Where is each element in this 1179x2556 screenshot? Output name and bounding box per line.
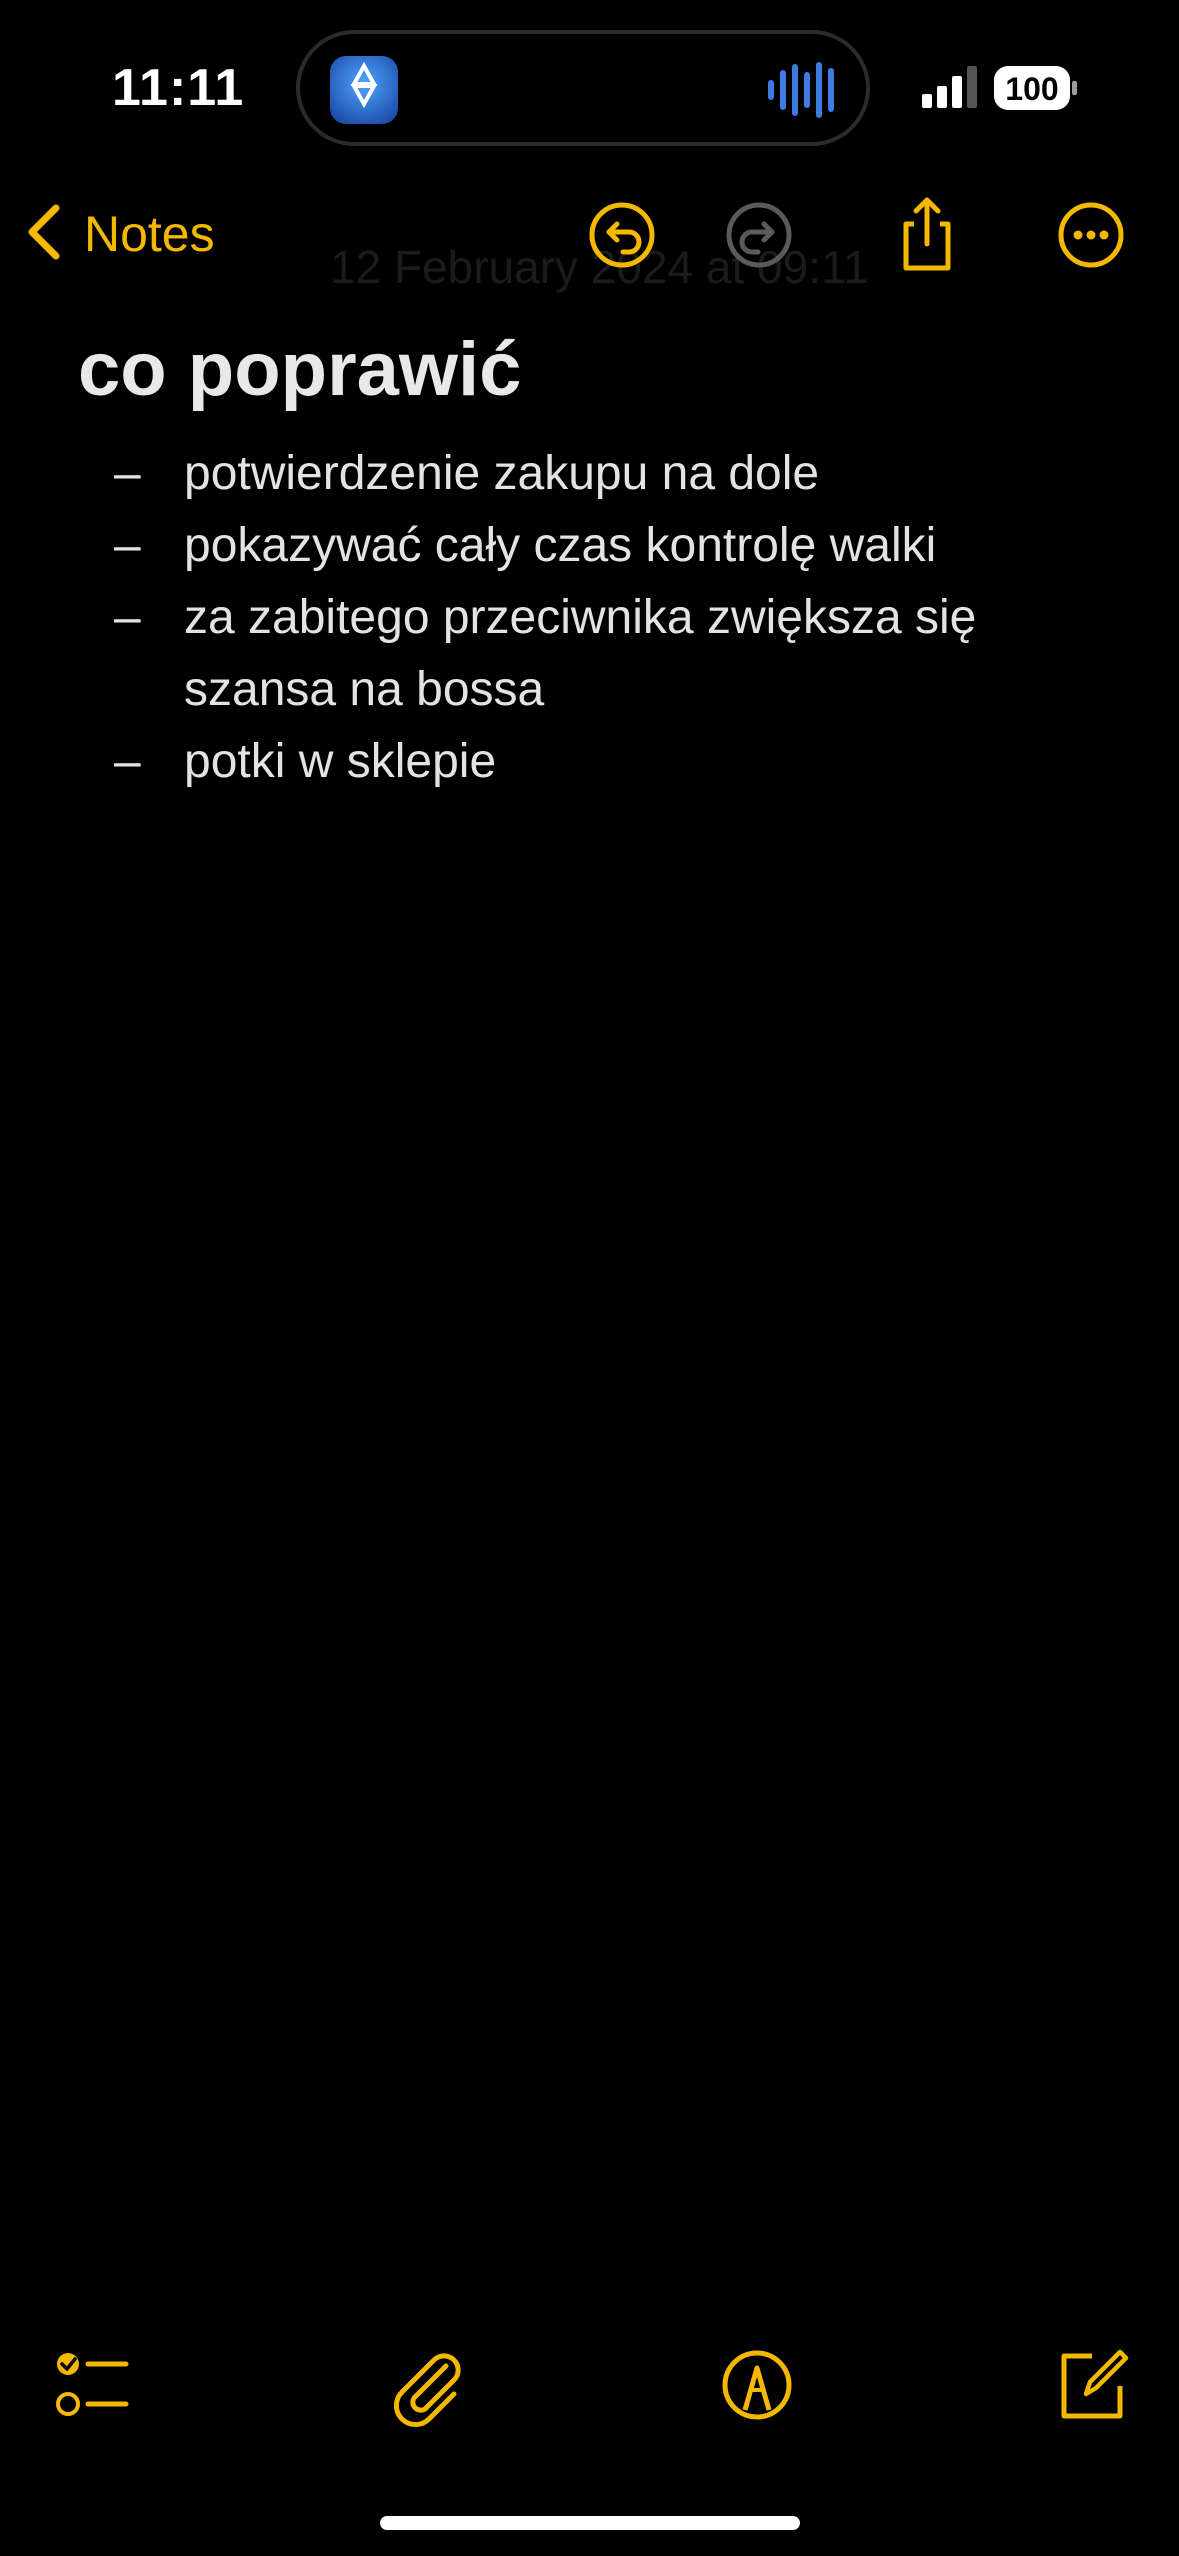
- dash-bullet: –: [114, 591, 141, 644]
- audio-waveform-icon: [766, 60, 836, 125]
- more-icon: [1048, 192, 1134, 278]
- checklist-button[interactable]: [46, 2340, 136, 2430]
- back-button[interactable]: Notes: [24, 194, 215, 274]
- undo-button[interactable]: [579, 192, 665, 278]
- redo-button[interactable]: [716, 192, 802, 278]
- list-item-text: potki w sklepie: [184, 735, 497, 788]
- paperclip-icon: [382, 2353, 472, 2434]
- chevron-left-icon: [24, 202, 64, 267]
- list-item[interactable]: – potwierdzenie zakupu na dole: [78, 438, 1118, 510]
- undo-icon: [579, 192, 665, 278]
- navigation-bar: 12 February 2024 at 09:11 Notes: [0, 180, 1179, 293]
- list-item-text: za zabitego przeciwnika zwiększa się sza…: [184, 591, 977, 716]
- compose-icon: [1046, 2349, 1136, 2434]
- list-item-text: pokazywać cały czas kontrolę walki: [184, 519, 937, 572]
- markup-pen-icon: [712, 2350, 802, 2434]
- home-indicator[interactable]: [380, 2516, 800, 2530]
- more-button[interactable]: [1048, 192, 1134, 278]
- clock: 11:11: [112, 59, 245, 117]
- list-item-text: potwierdzenie zakupu na dole: [184, 447, 820, 500]
- dynamic-island[interactable]: [296, 30, 870, 146]
- back-label: Notes: [84, 206, 215, 262]
- list-item[interactable]: – za zabitego przeciwnika zwiększa się s…: [78, 582, 1118, 726]
- dash-bullet: –: [114, 447, 141, 500]
- note-title[interactable]: co poprawić: [78, 320, 1118, 420]
- bottom-toolbar: [0, 2340, 1179, 2440]
- list-item[interactable]: – potki w sklepie: [78, 726, 1118, 798]
- share-icon: [884, 192, 970, 278]
- share-button[interactable]: [884, 192, 970, 278]
- attachment-button[interactable]: [382, 2340, 472, 2430]
- dash-bullet: –: [114, 735, 141, 788]
- star-badge-app-icon: [330, 56, 398, 124]
- compose-button[interactable]: [1046, 2340, 1136, 2430]
- battery-level: 100: [1005, 71, 1058, 107]
- note-bullet-list: – potwierdzenie zakupu na dole – pokazyw…: [78, 438, 1118, 798]
- list-item[interactable]: – pokazywać cały czas kontrolę walki: [78, 510, 1118, 582]
- checklist-icon: [46, 2353, 136, 2434]
- markup-button[interactable]: [712, 2340, 802, 2430]
- cellular-signal-icon: [922, 66, 978, 113]
- battery-icon: 100: [994, 66, 1078, 115]
- status-bar: 11:11 100: [0, 0, 1179, 180]
- note-body[interactable]: co poprawić – potwierdzenie zakupu na do…: [78, 320, 1118, 798]
- redo-icon: [716, 192, 802, 278]
- dash-bullet: –: [114, 519, 141, 572]
